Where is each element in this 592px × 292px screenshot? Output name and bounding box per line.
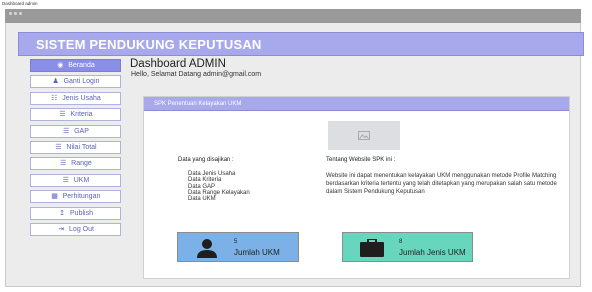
sidebar-item-label: Jenis Usaha <box>62 94 101 102</box>
panel-header: SPK Penentuan Kelayakan UKM <box>144 97 569 111</box>
list-icon: ☰ <box>60 160 67 168</box>
app-title: SISTEM PENDUKUNG KEPUTUSAN <box>36 37 262 52</box>
about-heading: Tentang Website SPK ini : <box>326 157 396 163</box>
dashboard-icon: ◉ <box>57 62 64 69</box>
greeting-text: Hello, Selamat Datang admin@gmail.com <box>131 71 262 78</box>
data-heading: Data yang disajikan : <box>178 157 234 163</box>
sidebar-item-kriteria[interactable]: ☰ Kriteria <box>30 108 121 122</box>
stat-count-jenis-ukm: 8 <box>399 239 403 245</box>
sidebar: ◉ Beranda ♟ Ganti Login ☷ Jenis Usaha ☰ … <box>30 59 121 239</box>
window-minimize-dot[interactable] <box>14 12 17 15</box>
image-placeholder <box>328 121 400 150</box>
window-maximize-dot[interactable] <box>19 12 22 15</box>
sidebar-item-label: GAP <box>74 127 89 135</box>
data-list: Data Jenis Usaha Data Kriteria Data GAP … <box>188 171 250 202</box>
list-icon: ☰ <box>59 111 66 119</box>
sidebar-item-log-out[interactable]: ⇥ Log Out <box>30 222 121 236</box>
panel-title: SPK Penentuan Kelayakan UKM <box>154 100 242 107</box>
sidebar-item-beranda[interactable]: ◉ Beranda <box>30 59 121 72</box>
app-header: SISTEM PENDUKUNG KEPUTUSAN <box>18 32 584 56</box>
stat-count-ukm: 5 <box>234 239 238 245</box>
sidebar-item-nilai-total[interactable]: ☰ Nilai Total <box>30 140 121 154</box>
stat-label-jenis-ukm: Jumlah Jenis UKM <box>399 248 466 257</box>
sidebar-item-jenis-usaha[interactable]: ☷ Jenis Usaha <box>30 91 121 105</box>
sidebar-item-label: Perhitungan <box>62 193 101 201</box>
sidebar-item-publish[interactable]: ↥ Publish <box>30 206 121 220</box>
list-item: Data UKM <box>188 196 216 203</box>
sidebar-item-range[interactable]: ☰ Range <box>30 157 121 171</box>
window-controls[interactable] <box>9 12 22 15</box>
sidebar-item-label: Beranda <box>68 62 95 69</box>
sidebar-item-perhitungan[interactable]: ▦ Perhitungan <box>30 190 121 204</box>
sidebar-item-label: Publish <box>70 209 93 217</box>
briefcase-icon <box>360 239 384 257</box>
user-icon <box>197 239 217 258</box>
info-panel: SPK Penentuan Kelayakan UKM Data yang di… <box>143 96 570 279</box>
page-title: Dashboard ADMIN <box>130 58 226 70</box>
window-titlebar[interactable] <box>5 9 581 23</box>
logout-icon: ⇥ <box>58 225 64 233</box>
sidebar-item-label: Ganti Login <box>63 78 100 86</box>
sidebar-item-ukm[interactable]: ☰ UKM <box>30 173 121 187</box>
list-icon: ☰ <box>62 127 70 135</box>
stat-card-jenis-ukm[interactable]: 8 Jumlah Jenis UKM <box>342 232 473 262</box>
sidebar-item-gap[interactable]: ☰ GAP <box>30 124 121 138</box>
sidebar-item-label: Log Out <box>69 225 94 233</box>
upload-icon: ↥ <box>59 209 65 217</box>
list-icon: ☰ <box>55 143 62 151</box>
sitemap-icon: ☷ <box>51 94 58 102</box>
window-close-dot[interactable] <box>9 12 12 15</box>
users-icon: ♟ <box>52 78 59 86</box>
sidebar-item-label: Nilai Total <box>66 143 97 151</box>
sidebar-item-label: UKM <box>73 176 90 184</box>
image-icon <box>358 131 370 140</box>
about-text: Website ini dapat menentukan kelayakan U… <box>326 173 557 195</box>
sidebar-item-label: Range <box>71 160 92 168</box>
window-title: Dashboard admin <box>2 1 38 6</box>
stat-card-ukm[interactable]: 5 Jumlah UKM <box>177 232 299 262</box>
stat-label-ukm: Jumlah UKM <box>234 248 280 257</box>
list-icon: ☰ <box>62 176 69 184</box>
calculator-icon: ▦ <box>51 193 58 201</box>
sidebar-item-ganti-login[interactable]: ♟ Ganti Login <box>30 75 121 89</box>
sidebar-item-label: Kriteria <box>70 111 93 119</box>
